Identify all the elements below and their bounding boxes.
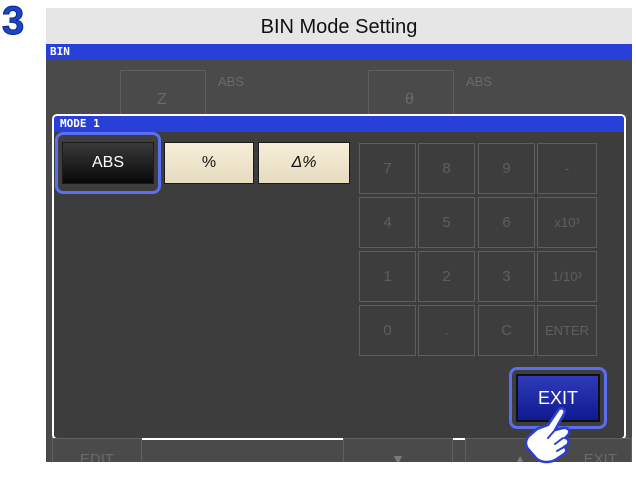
key-6: 6: [478, 197, 535, 248]
key-minus: -: [537, 143, 597, 194]
key-9: 9: [478, 143, 535, 194]
key-0: 0: [359, 305, 416, 356]
key-x10-3: x10³: [537, 197, 597, 248]
key-dot: .: [418, 305, 475, 356]
key-5: 5: [418, 197, 475, 248]
key-enter: ENTER: [537, 305, 597, 356]
param-z-button: Z: [120, 70, 206, 116]
pointing-hand-icon: [524, 407, 571, 464]
mode-panel-title: MODE 1: [60, 117, 100, 130]
abs-highlight-frame: [55, 132, 161, 194]
device-screen: BIN Z ABS θ ABS MODE 1 ABS % Δ% 7 8 9-4 5 6 x1…: [46, 44, 632, 462]
param-z-label: Z: [157, 91, 167, 108]
key-8: 8: [418, 143, 475, 194]
edit-button: EDIT: [52, 438, 142, 462]
caption-bar: BIN Mode Setting: [46, 8, 632, 44]
key-c: C: [478, 305, 535, 356]
screen-title-bar: BIN: [46, 44, 632, 60]
mode-panel-title-bar: MODE 1: [54, 116, 624, 132]
down-button: ▼: [343, 438, 453, 462]
key-4: 4: [359, 197, 416, 248]
param-z-tag: ABS: [218, 74, 245, 89]
mode-delta-percent-button[interactable]: Δ%: [258, 142, 350, 184]
down-arrow-icon: ▼: [391, 451, 405, 462]
key-3: 3: [478, 251, 535, 302]
param-theta-button: θ: [368, 70, 454, 116]
key-1-over-10-3: 1/10³: [537, 251, 597, 302]
caption-title: BIN Mode Setting: [260, 16, 418, 38]
key-2: 2: [418, 251, 475, 302]
mode-percent-button[interactable]: %: [164, 142, 254, 184]
key-1: 1: [359, 251, 416, 302]
param-theta-label: θ: [405, 91, 414, 108]
screen-title: BIN: [50, 45, 70, 58]
step-number: 3: [2, 0, 25, 44]
key-7: 7: [359, 143, 416, 194]
param-theta-tag: ABS: [466, 74, 493, 89]
